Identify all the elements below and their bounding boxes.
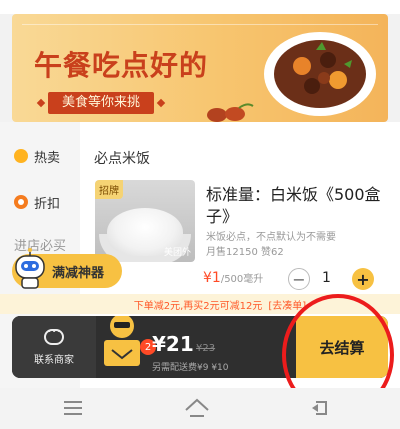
chat-icon xyxy=(44,327,64,345)
menu-icon[interactable] xyxy=(58,394,88,422)
sidebar-item-discount[interactable]: 折扣 xyxy=(0,182,80,222)
discount-text: 下单减2元,再买2元可减12元 xyxy=(133,300,263,312)
price-unit: /500毫升 xyxy=(220,274,264,285)
robot-mascot-icon xyxy=(15,248,45,289)
top-bar xyxy=(0,0,400,14)
contact-merchant-button[interactable]: 联系商家 xyxy=(12,316,96,378)
cart-total: ¥21 xyxy=(152,332,194,356)
product-name[interactable]: 标准量：白米饭《500盒子》 xyxy=(206,184,386,228)
signature-badge: 招牌 xyxy=(95,180,123,199)
quantity-value: 1 xyxy=(322,270,331,286)
discount-tool-label: 满减神器 xyxy=(52,265,105,281)
dish-illustration xyxy=(264,32,376,116)
home-icon[interactable] xyxy=(182,394,212,422)
contact-merchant-label: 联系商家 xyxy=(34,354,74,366)
product-image[interactable]: 招牌 美团外 xyxy=(95,180,195,262)
section-title: 必点米饭 xyxy=(94,151,150,167)
dates-illustration xyxy=(207,103,254,122)
cart-mascot-icon[interactable] xyxy=(98,316,146,370)
flame-icon xyxy=(14,149,28,163)
cart-original-total: ¥23 xyxy=(196,343,216,354)
image-watermark: 美团外 xyxy=(163,248,191,258)
banner-subtitle: 美食等你来挑 xyxy=(48,92,155,114)
product-description: 米饭必点，不点默认为不需要 xyxy=(206,232,336,243)
sidebar-item-hot[interactable]: 热卖 xyxy=(0,136,80,176)
product-price: ¥1/500毫升 xyxy=(203,270,263,286)
promo-banner[interactable]: 午餐吃点好的 美食等你来挑 xyxy=(12,14,388,122)
system-nav-bar xyxy=(0,388,400,429)
increase-quantity-button[interactable]: + xyxy=(352,268,374,290)
delivery-fee: 另需配送费¥9 ¥10 xyxy=(152,363,229,373)
back-icon[interactable] xyxy=(306,394,336,422)
discount-icon xyxy=(14,195,28,209)
product-sales: 月售12150 赞62 xyxy=(206,247,284,258)
banner-title: 午餐吃点好的 xyxy=(34,49,209,82)
sidebar-item-label: 热卖 xyxy=(34,150,61,166)
sidebar-item-label: 折扣 xyxy=(34,196,61,212)
price-value: ¥1 xyxy=(203,270,221,286)
decrease-quantity-button[interactable]: − xyxy=(288,268,310,290)
